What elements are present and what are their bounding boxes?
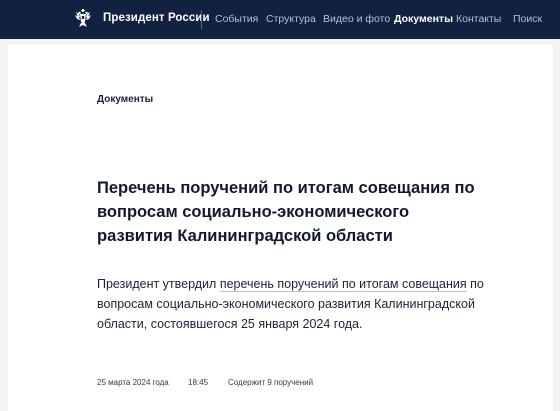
lead-text-start: Президент утвердил xyxy=(97,277,220,291)
publish-date: 25 марта 2024 года xyxy=(97,378,169,387)
article-panel: Документы Перечень поручений по итогам с… xyxy=(8,45,553,411)
nav-contacts[interactable]: Контакты xyxy=(456,13,501,25)
nav-search[interactable]: Поиск xyxy=(513,13,542,25)
top-navigation-bar: Президент России События Структура Видео… xyxy=(0,0,560,39)
orders-list-link[interactable]: перечень поручений по итогам совещания xyxy=(219,277,467,292)
article-title: Перечень поручений по итогам совещания п… xyxy=(97,179,475,245)
nav-events[interactable]: События xyxy=(215,13,258,25)
publish-time: 18:45 xyxy=(188,378,209,387)
site-brand-link[interactable]: Президент России xyxy=(103,12,210,24)
orders-count: Содержит 9 поручений xyxy=(228,378,314,387)
article-lead: Президент утвердил перечень поручений по… xyxy=(97,274,497,334)
nav-video-photo[interactable]: Видео и фото xyxy=(323,13,390,25)
nav-documents[interactable]: Документы xyxy=(394,13,453,25)
section-link[interactable]: Документы xyxy=(97,94,153,105)
nav-structure[interactable]: Структура xyxy=(266,13,316,25)
double-headed-eagle-icon[interactable] xyxy=(73,8,93,28)
header-divider xyxy=(201,10,202,29)
